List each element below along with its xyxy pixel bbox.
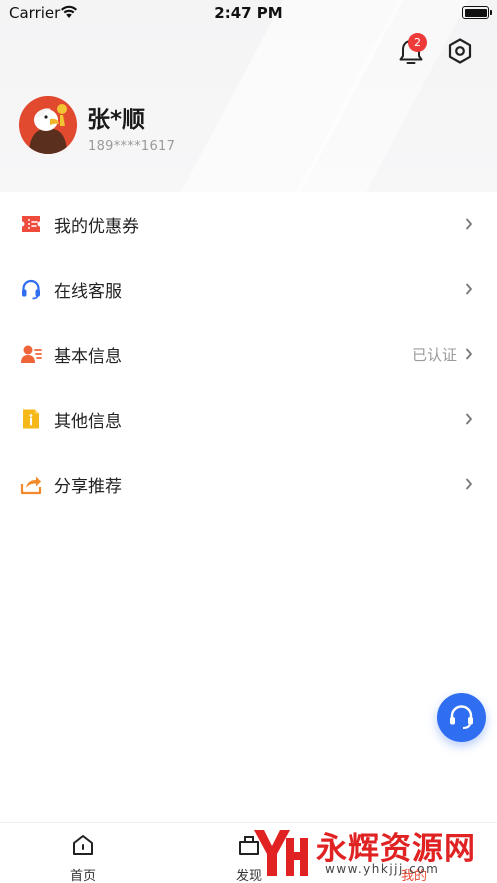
status-bar: Carrier 2:47 PM: [0, 0, 497, 28]
menu-item-other-info[interactable]: 其他信息: [0, 387, 497, 452]
chevron-right-icon: [466, 413, 472, 425]
home-icon: [73, 835, 93, 855]
coupon-icon: [22, 216, 40, 232]
menu-item-online-service[interactable]: 在线客服: [0, 257, 497, 322]
share-icon: [20, 476, 42, 495]
headset-icon: [22, 279, 40, 300]
info-doc-icon: [23, 409, 39, 429]
settings-hexagon-icon: [448, 38, 472, 64]
chevron-right-icon: [466, 218, 472, 230]
eagle-avatar-icon: [19, 96, 77, 154]
menu-item-label: 其他信息: [54, 412, 122, 432]
menu-item-basic-info[interactable]: 基本信息 已认证: [0, 322, 497, 387]
menu-item-coupons[interactable]: 我的优惠券: [0, 192, 497, 257]
watermark-url: www.yhkjjj.com: [325, 862, 440, 876]
floating-service-button[interactable]: [437, 693, 486, 742]
notification-badge: 2: [408, 33, 427, 52]
menu-list: 我的优惠券 在线客服 基本信息 已认证 其他信息 分享推荐: [0, 192, 497, 517]
settings-button[interactable]: [446, 37, 474, 65]
chevron-right-icon: [466, 478, 472, 490]
battery-icon: [462, 6, 492, 19]
tab-label: 首页: [69, 869, 96, 883]
avatar[interactable]: [19, 96, 77, 154]
menu-item-label: 在线客服: [54, 282, 122, 302]
menu-item-label: 我的优惠券: [54, 217, 139, 237]
watermark: 永辉资源网 www.yhkjjj.com: [250, 820, 490, 883]
header-background: [0, 0, 497, 192]
chevron-right-icon: [466, 348, 472, 360]
watermark-logo-icon: [254, 830, 308, 876]
tab-home[interactable]: 首页: [0, 823, 166, 883]
clock: 2:47 PM: [214, 4, 283, 22]
user-phone: 189****1617: [88, 139, 176, 154]
headset-icon: [450, 705, 473, 729]
menu-item-label: 基本信息: [54, 347, 122, 367]
user-name[interactable]: 张*顺: [87, 100, 145, 134]
chevron-right-icon: [466, 283, 472, 295]
user-card-icon: [21, 345, 42, 363]
menu-item-label: 分享推荐: [54, 477, 122, 497]
verified-status: 已认证: [411, 346, 457, 364]
menu-item-share[interactable]: 分享推荐: [0, 452, 497, 517]
